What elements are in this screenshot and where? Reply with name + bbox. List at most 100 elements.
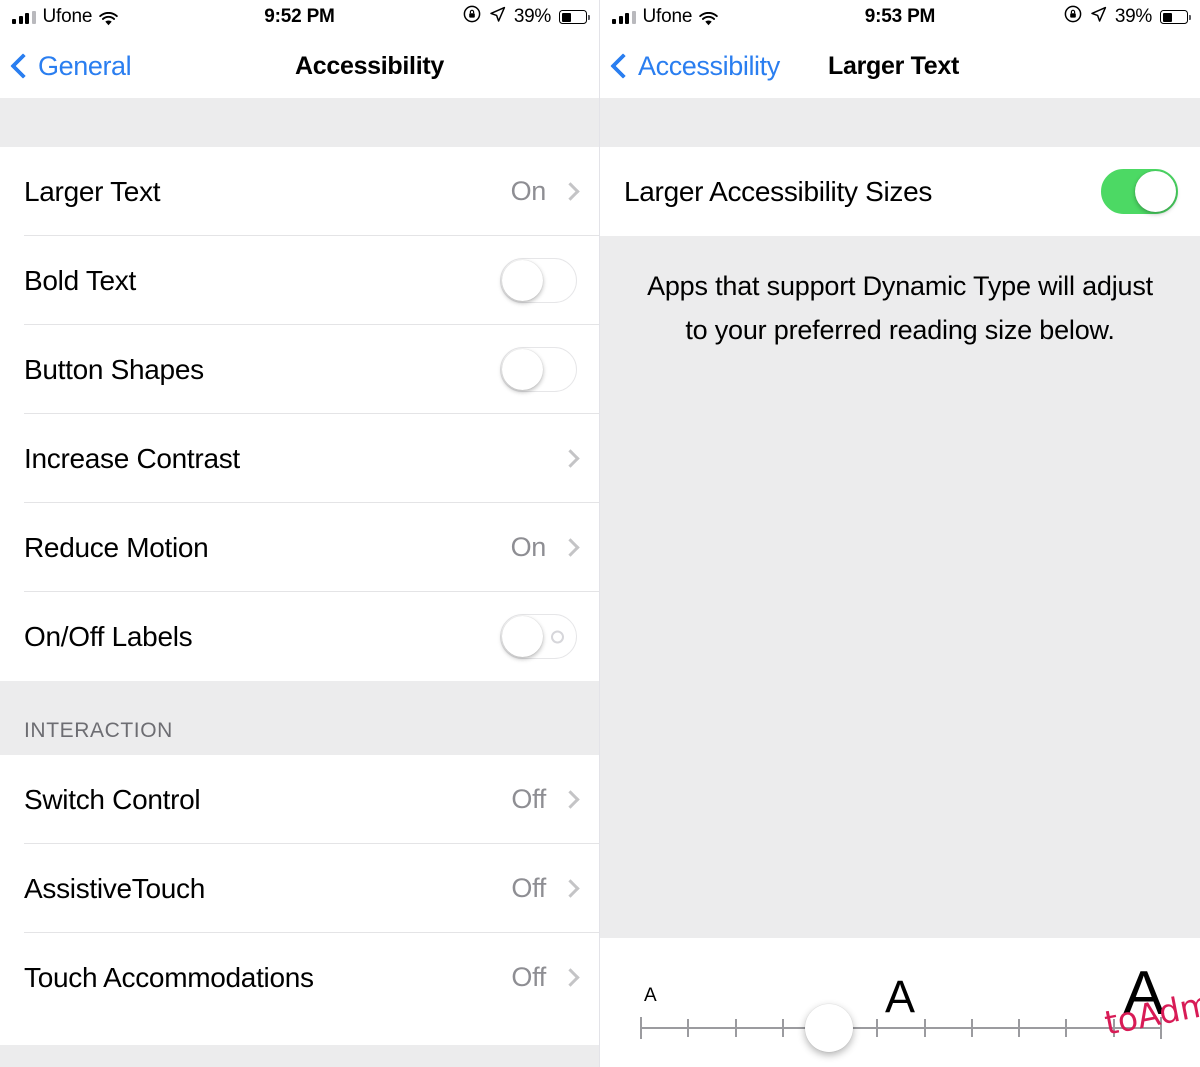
interaction-settings-list: Switch Control Off AssistiveTouch Off To…: [0, 755, 599, 1022]
slider-large-a-label: A: [1123, 959, 1165, 1028]
row-accessory: Off: [511, 873, 580, 904]
accessibility-screen: Ufone 9:52 PM 39% General Accessibility …: [0, 0, 600, 1067]
row-label: Larger Accessibility Sizes: [624, 175, 933, 207]
slider-medium-a-label: A: [885, 971, 916, 1022]
slider-tick: [687, 1019, 690, 1037]
section-header-interaction: INTERACTION: [0, 681, 599, 755]
bold-text-toggle[interactable]: [500, 258, 577, 303]
back-button-label: Accessibility: [638, 50, 780, 81]
row-accessory: [500, 614, 577, 659]
row-accessory: [1101, 169, 1178, 214]
status-bar-right-group: 39%: [463, 5, 590, 29]
larger-sizes-list: Larger Accessibility Sizes: [600, 147, 1200, 236]
chevron-right-icon: [561, 790, 580, 809]
row-button-shapes[interactable]: Button Shapes: [0, 325, 599, 414]
battery-percent: 39%: [1114, 6, 1152, 27]
battery-percent: 39%: [513, 6, 551, 27]
top-group-gap: [0, 98, 599, 147]
row-bold-text[interactable]: Bold Text: [0, 236, 599, 325]
nav-bar-left: General Accessibility: [0, 34, 599, 98]
row-assistivetouch[interactable]: AssistiveTouch Off: [0, 844, 599, 933]
row-accessory: [500, 347, 577, 392]
back-button-label: General: [38, 50, 132, 81]
row-accessory: On: [510, 176, 580, 207]
slider-thumb[interactable]: [805, 1004, 854, 1052]
back-button-general[interactable]: General: [10, 50, 132, 82]
row-accessory: [500, 258, 577, 303]
larger-text-screen: Ufone 9:53 PM 39% Accessibility Larger T…: [600, 0, 1200, 1067]
description-spacer: [600, 352, 1200, 938]
chevron-left-icon: [610, 53, 636, 79]
wifi-icon: [699, 10, 718, 26]
page-title: Larger Text: [828, 51, 960, 80]
slider-tick: [1065, 1019, 1068, 1037]
back-button-accessibility[interactable]: Accessibility: [610, 50, 780, 82]
toggle-knob: [1135, 171, 1176, 212]
slider-tick: [923, 1019, 926, 1037]
row-reduce-motion[interactable]: Reduce Motion On: [0, 503, 599, 592]
signal-bars-icon: [612, 10, 636, 24]
slider-tick: [1112, 1019, 1115, 1037]
signal-bars-icon: [12, 10, 36, 24]
battery-icon: [1160, 10, 1191, 24]
row-value: On: [510, 176, 547, 206]
row-label: Larger Text: [24, 175, 161, 207]
slider-tick: [1018, 1019, 1021, 1037]
footer-description: Apps that support Dynamic Type will adju…: [600, 236, 1200, 352]
row-label: Increase Contrast: [24, 442, 240, 474]
carrier-name: Ufone: [42, 6, 93, 27]
chevron-right-icon: [561, 182, 580, 201]
on-off-labels-toggle[interactable]: [500, 614, 577, 659]
row-larger-text[interactable]: Larger Text On: [0, 147, 599, 236]
slider-tick: [781, 1019, 784, 1037]
row-value: Off: [511, 962, 546, 992]
slider-tick: [876, 1019, 879, 1037]
battery-icon: [559, 10, 590, 24]
chevron-left-icon: [10, 53, 36, 79]
status-bar-left-group: Ufone: [612, 6, 718, 28]
rotation-lock-icon: [1064, 5, 1082, 29]
status-bar-right: Ufone 9:53 PM 39%: [600, 0, 1200, 34]
chevron-right-icon: [561, 968, 580, 987]
row-accessory: [561, 449, 580, 468]
row-larger-accessibility-sizes[interactable]: Larger Accessibility Sizes: [600, 147, 1200, 236]
larger-accessibility-sizes-toggle[interactable]: [1101, 169, 1178, 214]
row-label: AssistiveTouch: [24, 872, 205, 904]
row-value: Off: [511, 873, 546, 903]
status-bar-right-group: 39%: [1064, 5, 1191, 29]
slider-tick: [734, 1019, 737, 1037]
row-value: Off: [511, 784, 546, 814]
slider-tick: [640, 1017, 642, 1039]
row-switch-control[interactable]: Switch Control Off: [0, 755, 599, 844]
status-bar-left-group: Ufone: [12, 6, 118, 28]
page-title: Accessibility: [295, 51, 444, 80]
chevron-right-icon: [561, 538, 580, 557]
row-label: Touch Accommodations: [24, 961, 314, 993]
row-on-off-labels[interactable]: On/Off Labels: [0, 592, 599, 681]
row-label: Reduce Motion: [24, 531, 209, 563]
toggle-knob: [502, 260, 543, 301]
button-shapes-toggle[interactable]: [500, 347, 577, 392]
toggle-knob: [502, 349, 543, 390]
row-label: Bold Text: [24, 264, 136, 296]
toggle-off-indicator-icon: [551, 630, 564, 643]
slider-tick: [1160, 1017, 1162, 1039]
row-accessory: Off: [511, 784, 580, 815]
row-label: Button Shapes: [24, 353, 204, 385]
row-increase-contrast[interactable]: Increase Contrast: [0, 414, 599, 503]
right-screen-body: Ufone 9:53 PM 39% Accessibility Larger T…: [600, 0, 1200, 1067]
dual-screenshot-container: Ufone 9:52 PM 39% General Accessibility …: [0, 0, 1200, 1067]
bottom-group-gap: [0, 1045, 599, 1067]
rotation-lock-icon: [463, 5, 481, 29]
top-group-gap: [600, 98, 1200, 147]
slider-small-a-label: A: [644, 985, 657, 1006]
location-arrow-icon: [1090, 6, 1107, 29]
row-touch-accommodations[interactable]: Touch Accommodations Off: [0, 933, 599, 1022]
wifi-icon: [99, 10, 118, 26]
row-accessory: On: [511, 532, 580, 563]
text-size-slider[interactable]: [640, 1004, 1162, 1052]
carrier-name: Ufone: [642, 6, 693, 27]
nav-bar-right: Accessibility Larger Text: [600, 34, 1200, 98]
location-arrow-icon: [489, 6, 506, 29]
chevron-right-icon: [561, 879, 580, 898]
